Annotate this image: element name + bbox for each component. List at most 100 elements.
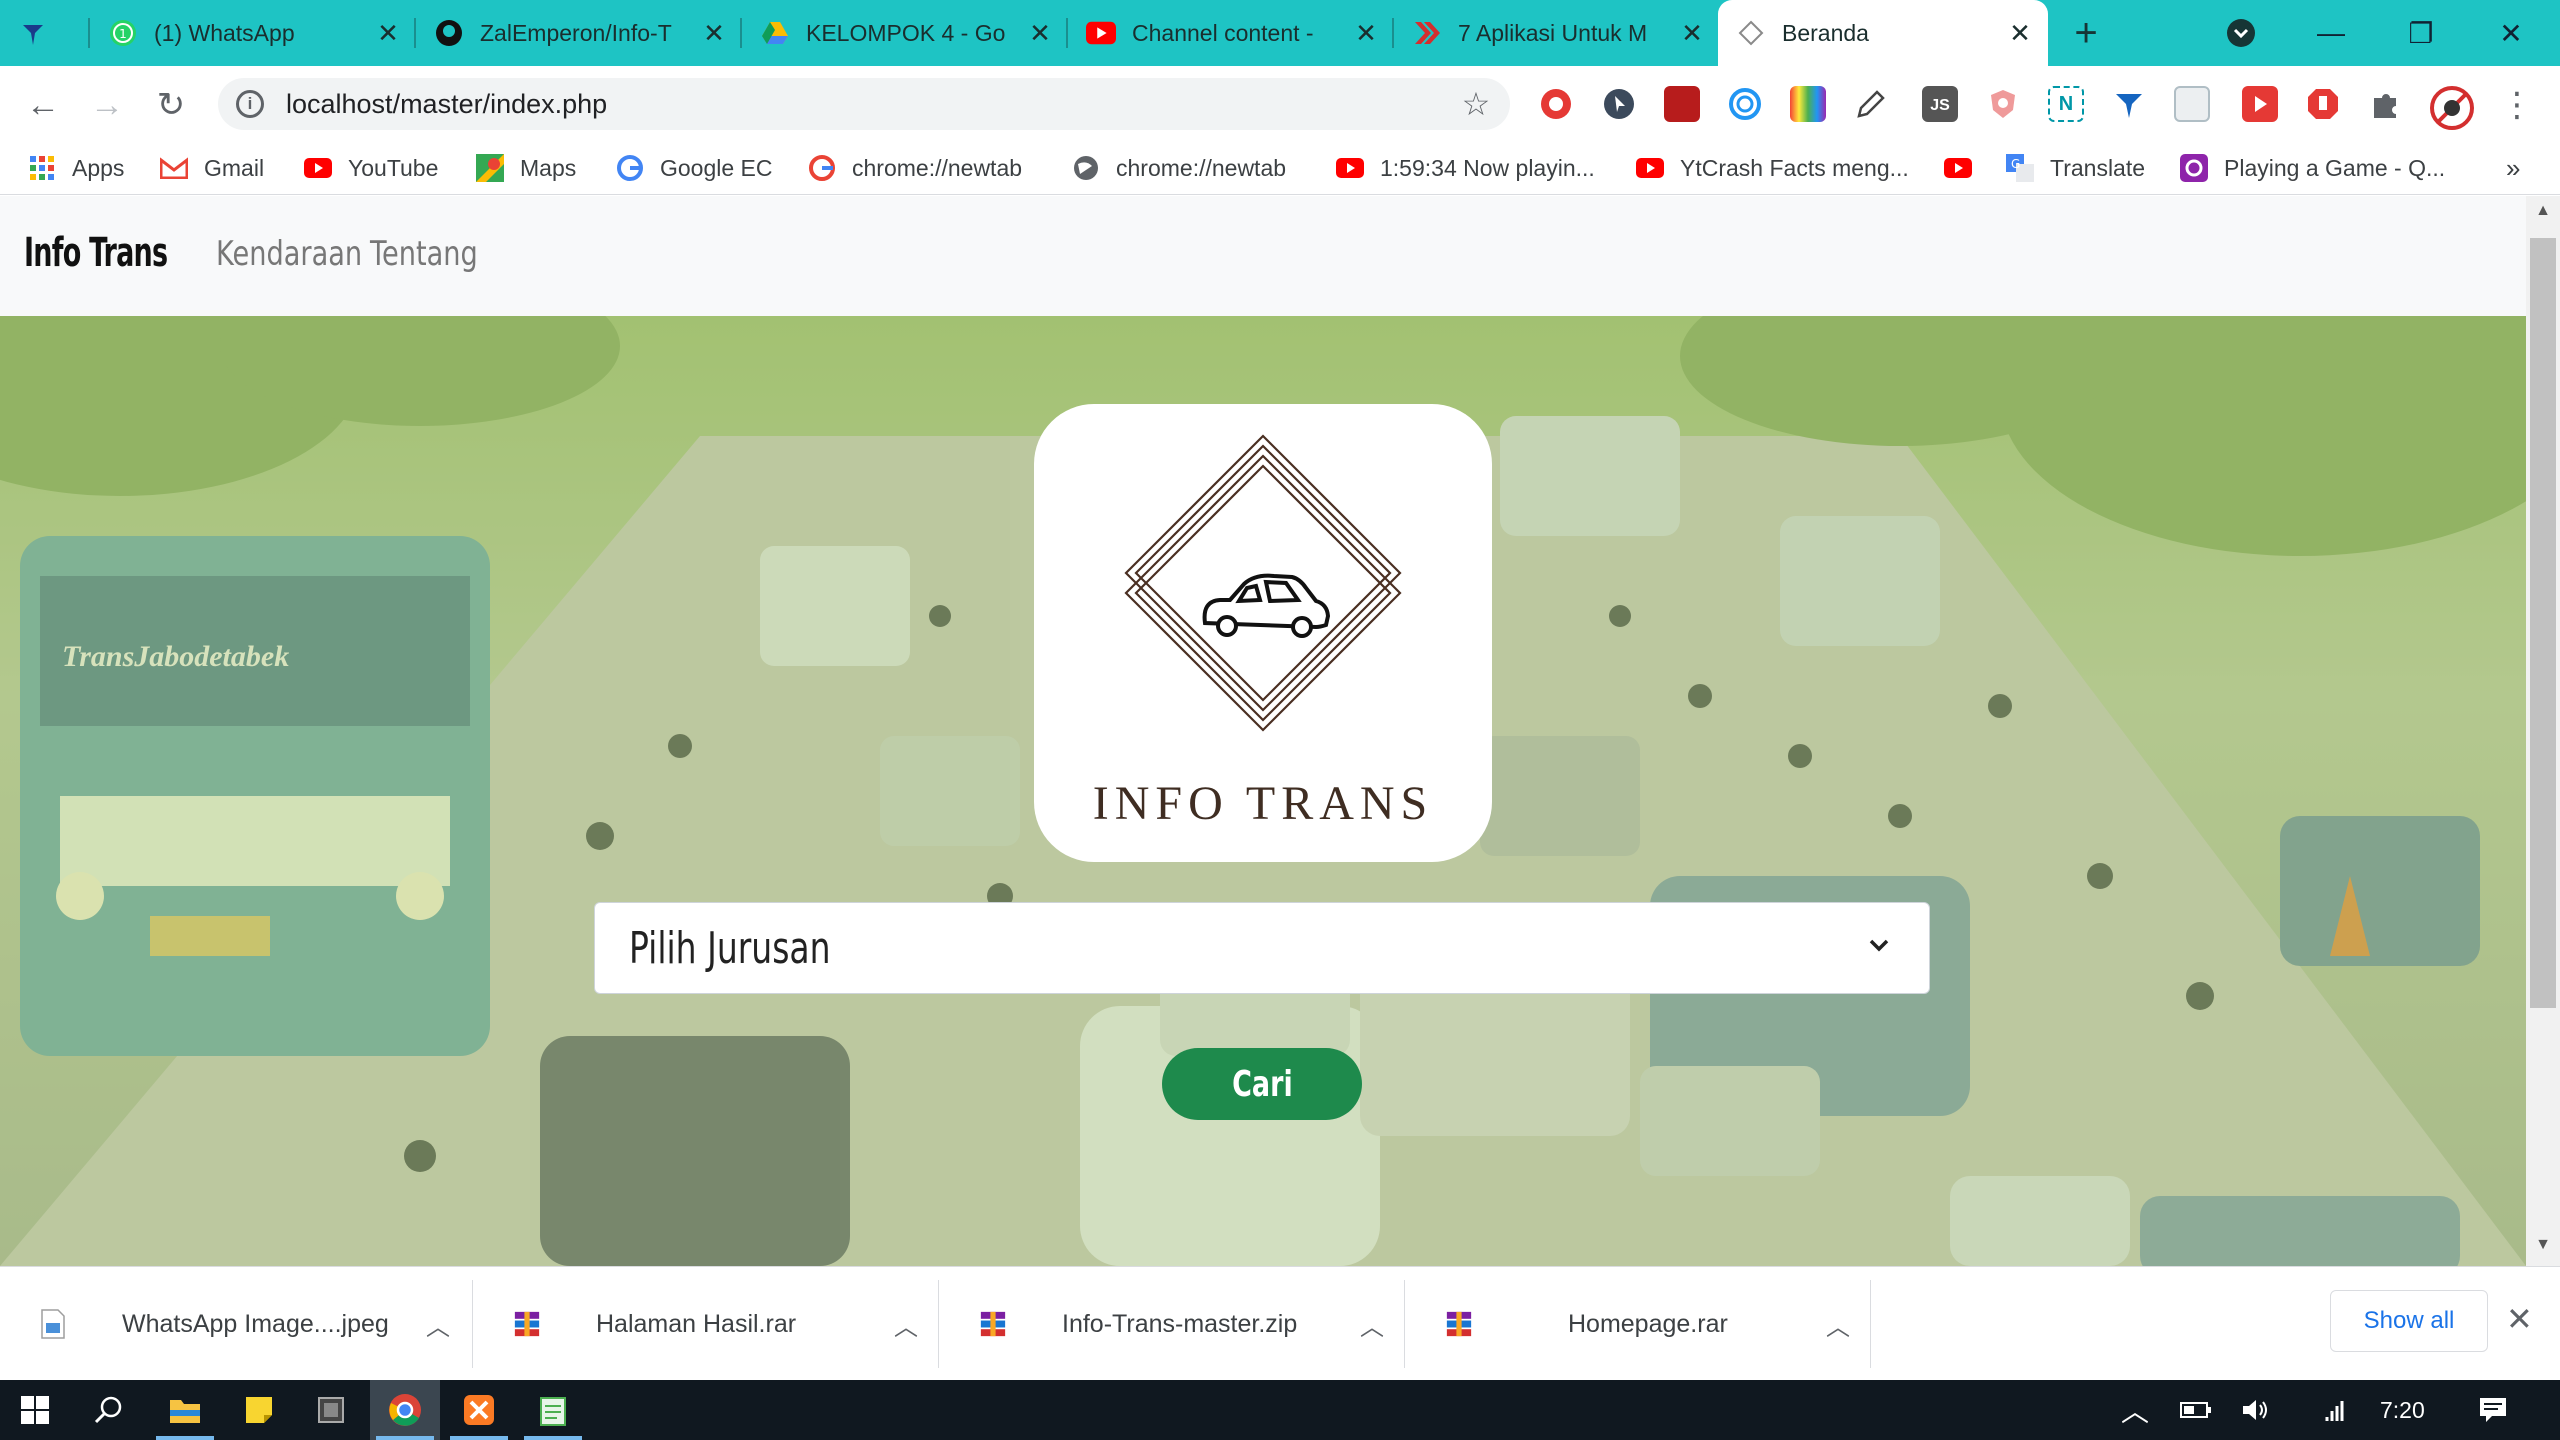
close-icon[interactable]: ✕ [368, 18, 408, 49]
url-text[interactable]: localhost/master/index.php [286, 89, 1456, 120]
close-window-button[interactable]: ✕ [2466, 0, 2556, 66]
bookmark-maps[interactable]: Maps [476, 142, 576, 194]
zip-file-icon [980, 1311, 1006, 1337]
scroll-up-icon[interactable]: ▲ [2526, 202, 2560, 232]
close-downloads-icon[interactable]: ✕ [2506, 1300, 2533, 1338]
chrome-icon[interactable] [370, 1380, 440, 1440]
start-windows-icon[interactable] [0, 1380, 70, 1440]
profile-avatar-icon[interactable] [2430, 86, 2474, 130]
reload-button[interactable]: ↻ [146, 80, 196, 130]
cari-button[interactable]: Cari [1162, 1048, 1362, 1120]
bookmark-newtab-1[interactable]: chrome://newtab [808, 142, 1022, 194]
minimize-button[interactable]: — [2286, 0, 2376, 66]
close-icon[interactable]: ✕ [1346, 18, 1386, 49]
bookmark-now-playing[interactable]: 1:59:34 Now playin... [1336, 142, 1595, 194]
sticky-notes-icon[interactable] [224, 1380, 294, 1440]
extension-stop-icon[interactable] [2305, 86, 2341, 122]
tab-title: ZalEmperon/Info-T [480, 19, 672, 46]
nav-link-tentang[interactable]: Tentang [370, 234, 478, 274]
bookmark-apps[interactable]: Apps [28, 142, 124, 194]
extension-red-circle-icon[interactable] [1538, 86, 1574, 122]
scrollbar-thumb[interactable] [2530, 238, 2556, 1008]
wifi-icon[interactable] [2310, 1380, 2370, 1440]
extension-cursor-icon[interactable] [1601, 86, 1637, 122]
download-item[interactable]: Info-Trans-master.zip ︿ [940, 1270, 1404, 1378]
bookmark-label: Gmail [204, 154, 265, 181]
forward-button[interactable]: → [82, 80, 132, 130]
extension-n-icon[interactable]: N [2048, 86, 2084, 122]
chevron-up-icon[interactable]: ︿ [894, 1307, 918, 1342]
bookmark-quizizz[interactable]: Playing a Game - Q... [2180, 142, 2445, 194]
bookmark-ytcrash[interactable]: YtCrash Facts meng... [1636, 142, 1909, 194]
tab-github[interactable]: ZalEmperon/Info-T ✕ [416, 0, 742, 66]
file-explorer-icon[interactable] [150, 1380, 220, 1440]
chevron-up-icon[interactable]: ︿ [426, 1307, 450, 1342]
bookmark-youtube[interactable]: YouTube [304, 142, 438, 194]
close-icon[interactable]: ✕ [1672, 18, 1712, 49]
download-item[interactable]: WhatsApp Image....jpeg ︿ [0, 1270, 470, 1378]
bookmark-label: Google EC [660, 154, 773, 181]
extension-ring-icon[interactable] [1727, 86, 1763, 122]
menu-kebab-icon[interactable]: ⋮ [2492, 80, 2542, 130]
xampp-icon[interactable] [444, 1380, 514, 1440]
scroll-down-icon[interactable]: ▼ [2526, 1236, 2560, 1266]
extension-pencil-icon[interactable] [1853, 86, 1889, 122]
tab-search-button[interactable] [2196, 0, 2286, 66]
chevron-up-icon[interactable]: ︿ [1360, 1307, 1384, 1342]
bookmark-google-ec[interactable]: Google EC [616, 142, 773, 194]
bookmark-youtube-2[interactable] [1944, 142, 1988, 194]
info-icon[interactable]: i [236, 90, 264, 118]
address-bar[interactable]: i localhost/master/index.php ☆ [218, 78, 1510, 130]
extension-js-icon[interactable]: JS [1922, 86, 1958, 122]
extensions-puzzle-icon[interactable] [2368, 86, 2404, 122]
extension-play-icon[interactable] [2242, 86, 2278, 122]
tab-youtube-studio[interactable]: Channel content - ✕ [1068, 0, 1394, 66]
chevron-up-icon[interactable]: ︿ [1826, 1307, 1850, 1342]
close-icon[interactable]: ✕ [694, 18, 734, 49]
bookmark-newtab-2[interactable]: chrome://newtab [1072, 142, 1286, 194]
chevron-up-icon[interactable]: ︿ [2110, 1380, 2160, 1440]
volume-icon[interactable] [2226, 1380, 2286, 1440]
extension-shield-icon[interactable] [1985, 86, 2021, 122]
close-icon[interactable]: ✕ [1020, 18, 1060, 49]
site-brand[interactable]: Info Trans [24, 230, 168, 276]
notifications-icon[interactable] [2458, 1380, 2528, 1440]
new-tab-button[interactable]: + [2066, 0, 2106, 66]
rar-file-icon [514, 1311, 540, 1337]
download-item[interactable]: Halaman Hasil.rar ︿ [474, 1270, 938, 1378]
back-button[interactable]: ← [18, 80, 68, 130]
search-icon[interactable] [74, 1380, 144, 1440]
rar-file-icon [1446, 1311, 1472, 1337]
tab-drive[interactable]: KELOMPOK 4 - Go ✕ [742, 0, 1068, 66]
notepad-icon[interactable] [518, 1380, 588, 1440]
bookmark-translate[interactable]: G Translate [2006, 142, 2145, 194]
tab-title: KELOMPOK 4 - Go [806, 19, 1006, 46]
youtube-icon [1336, 154, 1364, 182]
restore-button[interactable]: ❐ [2376, 0, 2466, 66]
download-item[interactable]: Homepage.rar ︿ [1406, 1270, 1870, 1378]
close-icon[interactable]: ✕ [2000, 18, 2040, 49]
bookmark-star-icon[interactable]: ☆ [1456, 85, 1496, 123]
bookmark-gmail[interactable]: Gmail [160, 142, 264, 194]
more-bookmarks-button[interactable]: » [2506, 142, 2520, 194]
github-icon [434, 18, 464, 48]
translate-icon: G [2006, 154, 2034, 182]
pin-icon [18, 18, 48, 48]
extension-color-picker-icon[interactable] [1790, 86, 1826, 122]
extension-pin-icon[interactable] [2111, 86, 2147, 122]
jurusan-select[interactable]: Pilih Jurusan [594, 902, 1930, 994]
download-name: WhatsApp Image....jpeg [122, 1309, 389, 1338]
extension-window-icon[interactable] [2174, 86, 2210, 122]
tab-whatsapp[interactable]: 1 (1) WhatsApp ✕ [90, 0, 416, 66]
page-scrollbar[interactable]: ▲ ▼ [2526, 196, 2560, 1266]
tab-aplikasi[interactable]: 7 Aplikasi Untuk M ✕ [1394, 0, 1720, 66]
battery-icon[interactable] [2166, 1380, 2226, 1440]
taskbar-clock[interactable]: 7:20 [2380, 1380, 2425, 1440]
hero-section: TransJabodetabek INFO TRANS Pilih Jurusa… [0, 316, 2526, 1266]
app-window-icon[interactable] [296, 1380, 366, 1440]
show-all-downloads-button[interactable]: Show all [2330, 1290, 2488, 1352]
tab-beranda[interactable]: Beranda ✕ [1718, 0, 2048, 66]
nav-link-kendaraan[interactable]: Kendaraan [216, 234, 362, 274]
extension-dark-red-icon[interactable] [1664, 86, 1700, 122]
tab-pinned[interactable] [0, 0, 90, 66]
